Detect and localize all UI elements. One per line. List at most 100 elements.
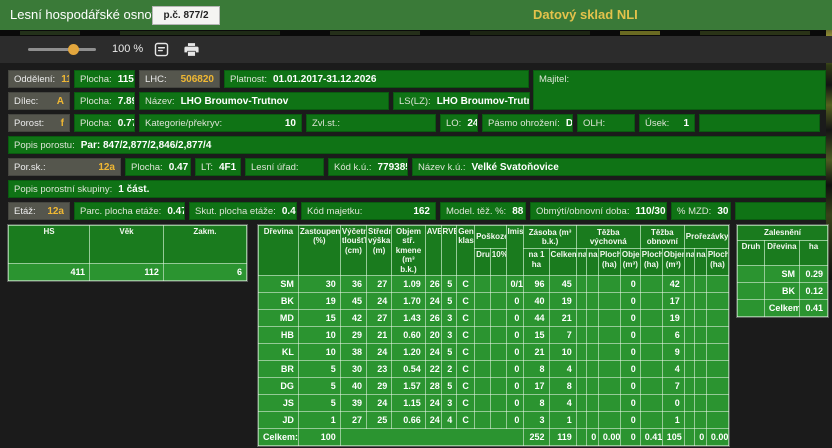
table-cell: 5 [441, 293, 457, 310]
field-label: Parc. plocha etáže: [80, 206, 161, 217]
field-lhc: LHC:506820 [139, 70, 220, 88]
table-cell: 7 [662, 378, 684, 395]
table-cell [640, 293, 662, 310]
table-cell [587, 310, 599, 327]
header-group-row: Zalesnění [738, 226, 828, 241]
table-cell: 40 [524, 293, 549, 310]
column-header-plocha-ha: Plocha (ha) [640, 249, 662, 276]
field-kod-majetku: Kód majetku:162 [301, 202, 436, 220]
table-cell: 24 [367, 344, 392, 361]
column-header-prorezavky: Prořezávky [684, 226, 728, 249]
table-cell [640, 378, 662, 395]
table-cell: 0 [506, 361, 524, 378]
table-cell: 44 [524, 310, 549, 327]
table-cell: 1.70 [392, 293, 426, 310]
column-header-objem-str-kmene-m-b-k: Objem stř. kmene (m³ b.k.) [392, 226, 426, 276]
table-cell: 252 [524, 429, 549, 446]
note-icon[interactable] [153, 41, 170, 58]
table-cell [684, 327, 694, 344]
table-cell: 0 [587, 429, 599, 446]
column-header-objem-m: Objem (m³) [662, 249, 684, 276]
table-cell: 0 [620, 310, 640, 327]
table-cell [640, 276, 662, 293]
column-header-druh: Druh [738, 241, 765, 266]
field-label: Popis porostní skupiny: [14, 184, 112, 195]
field-lo: LO:24 [440, 114, 478, 132]
field-parc-plocha-etaze: Parc. plocha etáže:0.47 [74, 202, 185, 220]
field-value: 1 [683, 118, 689, 129]
column-header-rvb: RVB [441, 226, 457, 276]
table-cell: BK [259, 293, 299, 310]
table-cell: 0 [620, 327, 640, 344]
column-header-avb: AVB [425, 226, 441, 276]
table-cell [598, 395, 620, 412]
field-cell [699, 114, 820, 132]
table-cell [587, 344, 599, 361]
table-cell [587, 327, 599, 344]
table-cell [576, 361, 586, 378]
table-cell: 24 [367, 293, 392, 310]
table-cell [695, 395, 707, 412]
table-cell: 21 [367, 327, 392, 344]
field-label: Plocha: [80, 118, 112, 129]
table-cell: 0 [506, 395, 524, 412]
table-cell [576, 429, 586, 446]
top-header-bar: Lesní hospodářské osnovy p.č. 877/2 Dato… [0, 0, 832, 30]
field-label: Název: [145, 96, 175, 107]
table-cell: C [457, 412, 475, 429]
field-label: Model. těž. %: [446, 206, 506, 217]
column-header-plocha-ha: Plocha (ha) [706, 249, 728, 276]
zoom-slider-handle[interactable] [68, 44, 79, 55]
table-cell: 0 [620, 412, 640, 429]
table-cell: 15 [298, 310, 340, 327]
table-cell: 0.12 [800, 283, 828, 300]
table-cell [738, 266, 765, 283]
field-value: 110/30 [635, 206, 665, 217]
field-oddeleni: Oddělení:117 [8, 70, 70, 88]
table-cell [576, 344, 586, 361]
column-header-imise: Imise [506, 226, 524, 276]
field-ls-lz: LS(LZ):LHO Broumov-Trutnov [393, 92, 530, 110]
table-cell [475, 344, 491, 361]
field-label: OLH: [583, 118, 605, 129]
table-cell: MD [259, 310, 299, 327]
table-cell: 1.09 [392, 276, 426, 293]
table-cell: C [457, 310, 475, 327]
parcel-number-box[interactable]: p.č. 877/2 [152, 6, 220, 25]
column-header-zalesneni: Zalesnění [738, 226, 828, 241]
photo-fragment [20, 31, 80, 35]
field-label: Skut. plocha etáže: [195, 206, 276, 217]
table-cell [706, 327, 728, 344]
table-cell [490, 395, 506, 412]
field-value: 506820 [181, 74, 214, 85]
table-cell: 0 [620, 344, 640, 361]
field-value: 12a [98, 162, 115, 173]
table-cell [706, 310, 728, 327]
column-header-drevina: Dřevina [259, 226, 299, 276]
field-value: 30 [717, 206, 728, 217]
table-cell [695, 361, 707, 378]
table-cell: 0 [506, 344, 524, 361]
field-label: LT: [201, 162, 213, 173]
field-value: 162 [413, 206, 430, 217]
table-cell [706, 412, 728, 429]
table-cell: 27 [340, 412, 366, 429]
table-cell [695, 276, 707, 293]
table-cell: 42 [662, 276, 684, 293]
field-row: Oddělení:117Plocha:115.23LHC:506820Platn… [8, 70, 529, 88]
field-value: 1 část. [118, 184, 149, 195]
table-cell: 21 [524, 344, 549, 361]
species-row: MD1542271.43263C04421019 [259, 310, 729, 327]
column-header-objem-m: Objem (m³) [620, 249, 640, 276]
field-value: D [566, 118, 573, 129]
column-header-plocha-ha: Plocha (ha) [598, 249, 620, 276]
field-value: A [57, 96, 64, 107]
field-obmyti-obnovni-doba: Obmýtí/obnovní doba:110/30 [530, 202, 667, 220]
zalesneni-table: ZalesněníDruhDřevinahaSM0.29BK0.12Celkem… [737, 225, 828, 317]
field-kod-k-u: Kód k.ú.:779385 [328, 158, 408, 176]
print-icon[interactable] [183, 41, 200, 58]
table-cell: 411 [9, 264, 90, 281]
zoom-slider[interactable] [28, 48, 96, 51]
field-nazev-k-u: Název k.ú.:Velké Svatoňovice [412, 158, 826, 176]
table-cell [598, 378, 620, 395]
